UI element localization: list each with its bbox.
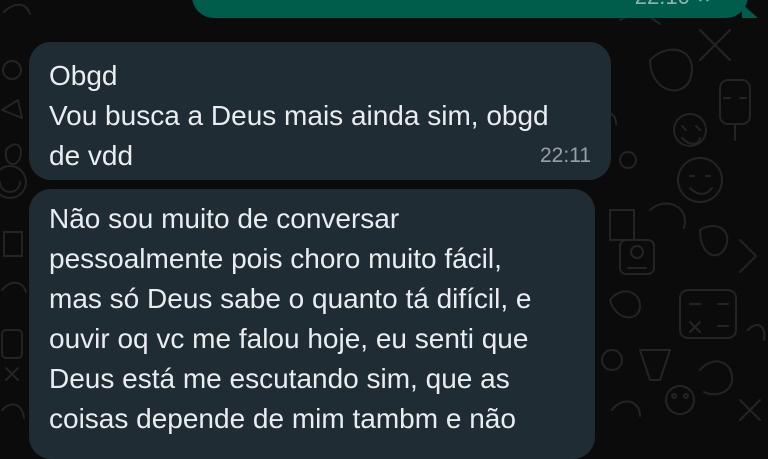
bubble-tail xyxy=(742,4,758,18)
message-timestamp: 22:10 xyxy=(635,0,690,10)
message-text: Não sou muito de conversar pessoalmente … xyxy=(49,203,532,434)
incoming-message-bubble[interactable]: Obgd Vou busca a Deus mais ainda sim, ob… xyxy=(29,42,611,180)
message-timestamp: 22:11 xyxy=(540,144,591,167)
incoming-message-bubble[interactable]: Não sou muito de conversar pessoalmente … xyxy=(29,189,595,459)
double-check-read-icon: ✓✓ xyxy=(696,0,718,8)
message-meta: 22:10 ✓✓ xyxy=(635,0,718,10)
message-text: Obgd Vou busca a Deus mais ainda sim, ob… xyxy=(49,60,549,171)
outgoing-message-bubble[interactable]: 22:10 ✓✓ xyxy=(192,0,758,18)
